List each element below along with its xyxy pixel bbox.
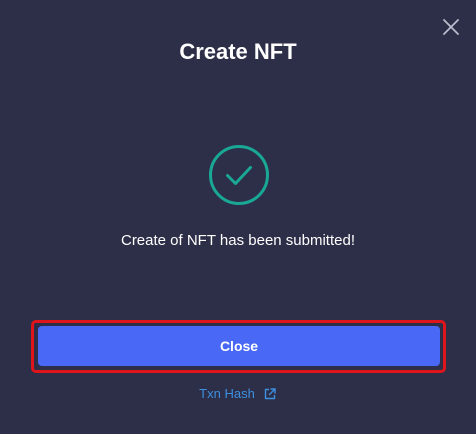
external-link-icon xyxy=(264,388,276,400)
txn-hash-label: Txn Hash xyxy=(199,386,255,401)
create-nft-modal: Create NFT Create of NFT has been submit… xyxy=(0,0,476,434)
checkmark-circle-icon xyxy=(209,145,269,205)
txn-hash-link[interactable]: Txn Hash xyxy=(0,385,476,403)
submission-message: Create of NFT has been submitted! xyxy=(120,232,355,249)
modal-title: Create NFT xyxy=(179,39,297,64)
close-x-icon[interactable] xyxy=(441,17,461,37)
close-button[interactable]: Close xyxy=(38,326,440,366)
